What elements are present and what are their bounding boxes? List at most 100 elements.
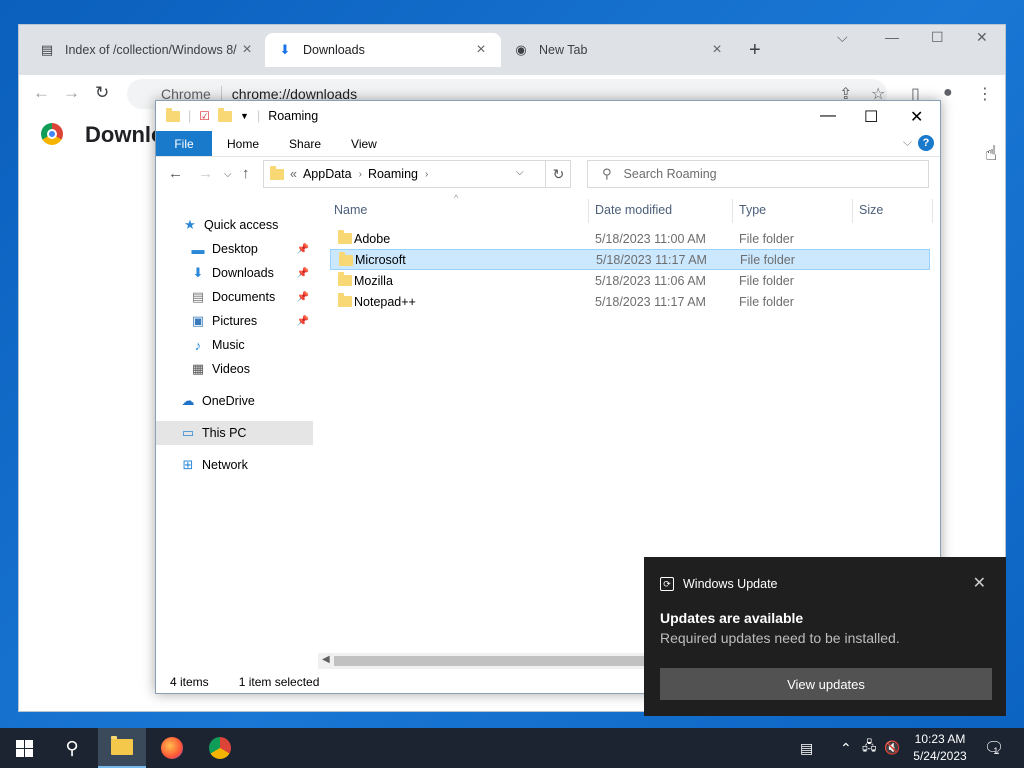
scroll-left-icon[interactable]: ◀: [322, 654, 330, 665]
tab-new-tab[interactable]: ◉ New Tab ×: [501, 33, 737, 67]
new-tab-button[interactable]: +: [749, 39, 761, 62]
address-overflow[interactable]: «: [290, 167, 297, 181]
nav-item-videos[interactable]: ▦ Videos: [156, 357, 313, 381]
chrome-taskbar-icon[interactable]: [196, 728, 244, 768]
file-explorer-taskbar-icon[interactable]: [98, 728, 146, 768]
maximize-button[interactable]: ☐: [864, 107, 878, 127]
column-divider[interactable]: [732, 199, 733, 223]
refresh-button[interactable]: ↻: [545, 160, 571, 188]
close-icon[interactable]: ×: [473, 41, 489, 59]
nav-item-pictures[interactable]: ▣ Pictures 📌: [156, 309, 313, 333]
star-icon: ★: [184, 217, 196, 232]
nav-item-quick-access[interactable]: ★ Quick access: [156, 213, 313, 237]
chevron-right-icon[interactable]: ›: [425, 169, 428, 180]
folder-icon: [111, 736, 133, 755]
firefox-taskbar-icon[interactable]: [148, 728, 196, 768]
minimize-button[interactable]: —: [885, 29, 899, 45]
volume-muted-icon[interactable]: 🔇: [884, 728, 900, 768]
nav-label: Network: [202, 458, 248, 472]
nav-item-documents[interactable]: ▤ Documents 📌: [156, 285, 313, 309]
forward-button[interactable]: →: [63, 83, 80, 103]
expand-ribbon-icon[interactable]: ⌵: [903, 135, 912, 150]
view-updates-button[interactable]: View updates: [660, 668, 992, 700]
forward-button[interactable]: →: [198, 165, 213, 182]
folder-icon: [166, 107, 180, 122]
menu-icon[interactable]: ⋮: [977, 84, 993, 104]
file-row-microsoft[interactable]: Microsoft 5/18/2023 11:17 AM File folder: [330, 249, 930, 270]
file-row-adobe[interactable]: Adobe 5/18/2023 11:00 AM File folder: [330, 228, 930, 249]
taskbar: ⚲ ▤ ⌃ 🖧 🔇 10:23 AM 5/24/2023 🗨 1: [0, 728, 1024, 768]
start-button[interactable]: [0, 728, 48, 768]
update-icon: ⟳: [660, 577, 674, 591]
breadcrumb-roaming[interactable]: Roaming: [368, 167, 418, 181]
pin-icon: 📌: [296, 291, 309, 303]
ribbon-tab-file[interactable]: File: [156, 131, 212, 156]
chevron-right-icon[interactable]: ›: [359, 169, 362, 180]
up-button[interactable]: ↑: [242, 165, 250, 182]
folder-icon: [339, 252, 353, 266]
close-window-button[interactable]: ✕: [976, 29, 988, 46]
minimize-button[interactable]: —: [820, 107, 836, 125]
column-size[interactable]: Size: [859, 203, 883, 217]
close-icon[interactable]: ×: [709, 41, 725, 59]
file-row-notepadpp[interactable]: Notepad++ 5/18/2023 11:17 AM File folder: [330, 291, 930, 312]
search-icon[interactable]: ⚲: [48, 728, 96, 768]
chevron-up-icon[interactable]: ⌃: [840, 728, 852, 768]
file-row-mozilla[interactable]: Mozilla 5/18/2023 11:06 AM File folder: [330, 270, 930, 291]
tab-index[interactable]: ▤ Index of /collection/Windows 8/ ×: [27, 33, 267, 67]
column-type[interactable]: Type: [739, 203, 766, 217]
clock[interactable]: 10:23 AM 5/24/2023: [906, 731, 974, 765]
close-icon[interactable]: ×: [239, 41, 255, 59]
nav-item-network[interactable]: ⊞ Network: [156, 453, 313, 477]
help-icon[interactable]: ?: [918, 135, 934, 151]
search-input[interactable]: ⚲ Search Roaming: [587, 160, 929, 188]
nav-label: OneDrive: [202, 394, 255, 408]
nav-item-desktop[interactable]: ▬ Desktop 📌: [156, 237, 313, 261]
back-button[interactable]: ←: [33, 83, 50, 103]
address-bar[interactable]: « AppData › Roaming ›: [263, 160, 571, 188]
ribbon-tab-home[interactable]: Home: [212, 131, 274, 156]
close-window-button[interactable]: ✕: [910, 107, 923, 127]
address-dropdown-icon[interactable]: ⌵: [516, 167, 524, 178]
back-button[interactable]: ←: [168, 165, 183, 182]
clock-time: 10:23 AM: [914, 732, 966, 746]
news-icon[interactable]: ▤: [800, 728, 813, 768]
windows-update-toast: ⟳ Windows Update ✕ Updates are available…: [644, 557, 1006, 716]
ribbon-tab-share[interactable]: Share: [274, 131, 336, 156]
maximize-button[interactable]: ☐: [931, 29, 944, 46]
column-divider[interactable]: [588, 199, 589, 223]
file-date: 5/18/2023 11:17 AM: [595, 294, 706, 309]
recent-locations-icon[interactable]: ⌵: [224, 169, 232, 180]
column-date-modified[interactable]: Date modified: [595, 203, 672, 217]
tab-downloads[interactable]: ⬇ Downloads ×: [265, 33, 501, 67]
breadcrumb-appdata[interactable]: AppData: [303, 167, 352, 181]
nav-item-onedrive[interactable]: ☁ OneDrive: [156, 389, 313, 413]
nav-item-music[interactable]: ♪ Music: [156, 333, 313, 357]
download-icon: ⬇: [279, 42, 291, 57]
chrome-icon: [209, 737, 231, 759]
column-divider[interactable]: [932, 199, 933, 223]
scrollbar-thumb[interactable]: [334, 656, 654, 666]
column-divider[interactable]: [852, 199, 853, 223]
nav-item-downloads[interactable]: ⬇ Downloads 📌: [156, 261, 313, 285]
network-status-icon[interactable]: 🖧: [862, 728, 877, 768]
reload-button[interactable]: ↻: [95, 83, 109, 103]
profile-icon[interactable]: ●: [943, 84, 953, 102]
pin-icon: 📌: [296, 267, 309, 279]
folder-icon: [338, 293, 352, 307]
new-folder-icon[interactable]: [218, 107, 233, 122]
chevron-down-icon[interactable]: ▼: [240, 111, 249, 121]
notification-center-icon[interactable]: 🗨 1: [984, 728, 1009, 768]
file-type: File folder: [739, 273, 794, 288]
ribbon-tab-view[interactable]: View: [336, 131, 392, 156]
toast-body: Required updates need to be installed.: [660, 630, 900, 646]
nav-label: Pictures: [212, 314, 258, 328]
close-icon[interactable]: ✕: [973, 573, 986, 593]
column-name[interactable]: Name: [334, 203, 367, 217]
nav-item-this-pc[interactable]: ▭ This PC: [156, 421, 313, 445]
chrome-logo-icon: [41, 123, 63, 145]
nav-label: Videos: [212, 362, 250, 376]
chevron-down-icon[interactable]: ⌵: [837, 29, 848, 46]
properties-icon[interactable]: ☑: [199, 109, 210, 123]
page-icon: ▤: [40, 42, 54, 57]
